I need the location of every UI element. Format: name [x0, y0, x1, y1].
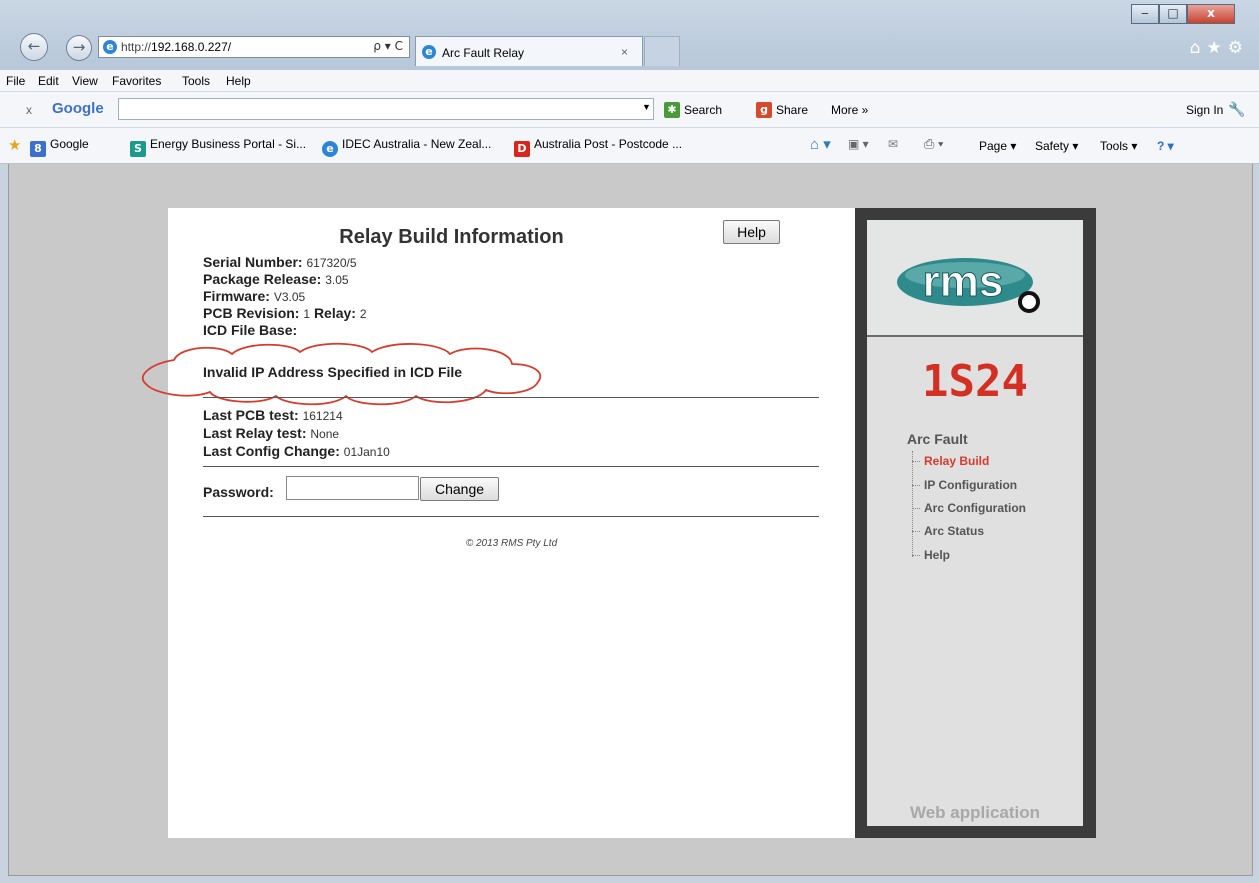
- relay-value: 2: [359, 307, 367, 321]
- rms-logo-area: rms: [867, 220, 1083, 337]
- menu-help[interactable]: Help: [226, 74, 251, 88]
- serial-number-row: Serial Number: 617320/5: [203, 254, 357, 270]
- menu-favorites[interactable]: Favorites: [112, 74, 161, 88]
- logo-text: rms: [923, 257, 1004, 306]
- google-dropdown-icon[interactable]: ▼: [642, 102, 651, 112]
- wrench-icon[interactable]: 🔧: [1228, 101, 1245, 118]
- menu-file[interactable]: File: [6, 74, 25, 88]
- browser-titlebar: ← → e http://192.168.0.227/ ρ ▾ C e Arc …: [0, 0, 1259, 70]
- sidebar-inner: rms 1S24 Arc Fault Relay Build IP Config…: [867, 220, 1083, 826]
- divider: [203, 516, 819, 517]
- menu-bar: File Edit View Favorites Tools Help: [0, 70, 1259, 92]
- google-more-button[interactable]: More »: [831, 103, 868, 117]
- close-window-button[interactable]: x: [1187, 4, 1235, 24]
- google-search-input[interactable]: [118, 98, 654, 120]
- print-icon[interactable]: ⎙ ▾: [924, 136, 943, 152]
- pcb-revision-row: PCB Revision: 1 Relay: 2: [203, 305, 367, 321]
- change-button[interactable]: Change: [420, 477, 499, 501]
- sidebar: rms 1S24 Arc Fault Relay Build IP Config…: [855, 208, 1096, 838]
- maximize-button[interactable]: □: [1159, 4, 1187, 24]
- firmware-value: V3.05: [273, 290, 306, 304]
- icd-warning-message: Invalid IP Address Specified in ICD File: [203, 364, 463, 380]
- command-page[interactable]: Page ▾: [979, 139, 1016, 153]
- nav-ip-configuration[interactable]: IP Configuration: [911, 478, 1017, 492]
- menu-edit[interactable]: Edit: [38, 74, 59, 88]
- ie-favicon-icon: e: [322, 141, 338, 157]
- favorites-star-icon[interactable]: ★: [8, 136, 21, 154]
- web-application-label: Web application: [909, 803, 1041, 822]
- package-release-row: Package Release: 3.05: [203, 271, 349, 287]
- address-bar[interactable]: e http://192.168.0.227/ ρ ▾ C: [98, 36, 410, 58]
- last-pcb-test-row: Last PCB test: 161214: [203, 407, 343, 423]
- command-tools[interactable]: Tools ▾: [1100, 139, 1137, 153]
- copyright-text: © 2013 RMS Pty Ltd: [465, 538, 558, 549]
- toolbar-icons-home-favorites-settings[interactable]: ⌂★⚙: [1190, 38, 1249, 58]
- google-search-icon: ✱: [664, 102, 680, 118]
- relay-build-panel: Relay Build Information Help Serial Numb…: [141, 208, 855, 838]
- new-tab-button[interactable]: [644, 36, 680, 66]
- favorite-google[interactable]: 8 Google: [30, 137, 89, 157]
- package-release-value: 3.05: [325, 273, 349, 287]
- home-icon[interactable]: ⌂ ▾: [810, 135, 831, 153]
- menu-tools[interactable]: Tools: [182, 74, 210, 88]
- rms-logo: rms: [897, 257, 1040, 313]
- page-title: Relay Build Information: [339, 226, 564, 248]
- tab-title: Arc Fault Relay: [442, 46, 525, 60]
- last-config-change-value: 01Jan10: [343, 445, 390, 459]
- firmware-row: Firmware: V3.05: [203, 288, 306, 304]
- last-relay-test-row: Last Relay test: None: [203, 425, 340, 441]
- command-safety[interactable]: Safety ▾: [1035, 139, 1078, 153]
- password-input[interactable]: [286, 476, 419, 500]
- mail-icon[interactable]: ✉: [888, 137, 898, 151]
- last-relay-test-value: None: [310, 427, 340, 441]
- tab-arc-fault-relay[interactable]: e Arc Fault Relay ×: [415, 36, 643, 66]
- serial-number-value: 617320/5: [306, 256, 357, 270]
- ie-page-icon: e: [103, 40, 117, 54]
- google-toolbar-close[interactable]: x: [26, 103, 32, 117]
- back-button[interactable]: ←: [20, 33, 48, 61]
- auspost-favicon-icon: D: [514, 141, 530, 157]
- address-tools[interactable]: ρ ▾ C: [373, 39, 403, 53]
- nav-arc-configuration[interactable]: Arc Configuration: [912, 501, 1026, 515]
- energy-portal-favicon-icon: S: [130, 141, 146, 157]
- google-search-button[interactable]: Search: [684, 103, 722, 117]
- divider: [203, 397, 819, 398]
- icd-file-base-row: ICD File Base:: [203, 322, 298, 338]
- minimize-button[interactable]: ‒: [1131, 4, 1159, 24]
- last-config-change-row: Last Config Change: 01Jan10: [203, 443, 390, 459]
- nav-section-arc-fault: Arc Fault: [907, 431, 968, 447]
- google-brand: Google: [52, 100, 104, 117]
- model-number: 1S24: [922, 356, 1028, 407]
- google-toolbar: x Google ▼ ✱ Search g Share More » Sign …: [0, 92, 1259, 128]
- tab-close-icon[interactable]: ×: [621, 45, 628, 59]
- pcb-revision-value: 1: [303, 307, 311, 321]
- tab-ie-icon: e: [422, 45, 436, 59]
- password-label: Password:: [203, 484, 274, 500]
- url-prefix: http://: [121, 40, 152, 54]
- menu-view[interactable]: View: [72, 74, 98, 88]
- google-share-icon: g: [756, 102, 772, 118]
- help-button[interactable]: Help: [723, 220, 780, 244]
- help-icon[interactable]: ? ▾: [1157, 139, 1174, 153]
- nav-relay-build[interactable]: Relay Build: [911, 454, 989, 468]
- feeds-icon[interactable]: ▣ ▾: [848, 137, 869, 151]
- nav-help[interactable]: Help: [911, 548, 950, 562]
- url-host: 192.168.0.227/: [151, 40, 232, 54]
- nav-arc-status[interactable]: Arc Status: [911, 524, 984, 538]
- google-share-button[interactable]: Share: [776, 103, 808, 117]
- favorites-bar: ★ 8 Google S Energy Business Portal - Si..…: [0, 128, 1259, 164]
- favorite-idec-australia[interactable]: e IDEC Australia - New Zeal...: [322, 137, 491, 157]
- favorite-energy-business-portal[interactable]: S Energy Business Portal - Si...: [130, 137, 306, 157]
- divider: [203, 466, 819, 467]
- forward-button[interactable]: →: [66, 35, 92, 61]
- last-pcb-test-value: 161214: [302, 409, 343, 423]
- favorite-australia-post[interactable]: D Australia Post - Postcode ...: [514, 137, 682, 157]
- google-sign-in[interactable]: Sign In: [1186, 103, 1223, 117]
- google-favicon-icon: 8: [30, 141, 46, 157]
